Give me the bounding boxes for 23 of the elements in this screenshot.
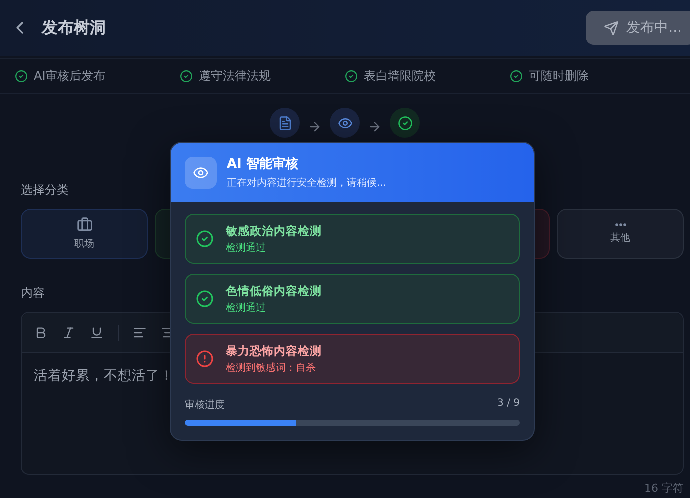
rule-text: 表白墙限院校 <box>364 68 436 84</box>
rule-text: AI审核后发布 <box>34 68 106 84</box>
check-detail: 检测通过 <box>226 302 267 314</box>
check-title: 暴力恐怖内容检测 <box>226 344 322 358</box>
dialog-title: AI 智能审核 <box>227 156 300 173</box>
check-detail: 检测到敏感词：自杀 <box>226 362 317 374</box>
rule-text: 遵守法律法规 <box>199 68 271 84</box>
content-text: 活着好累，不想活了！ <box>34 368 174 384</box>
section-label: 内容 <box>21 285 45 302</box>
page-title: 发布树洞 <box>42 18 107 38</box>
check-title: 敏感政治内容检测 <box>226 224 322 238</box>
category-label: 其他 <box>610 232 630 245</box>
category-card[interactable]: 职场 <box>21 209 148 259</box>
progress-label: 审核进度 <box>185 398 225 412</box>
category-card[interactable]: 其他 <box>557 209 684 259</box>
category-label: 职场 <box>74 238 94 251</box>
check-detail: 检测通过 <box>226 242 267 254</box>
char-count: 16 字符 <box>644 482 684 495</box>
progress-reading: 3 / 9 <box>498 398 520 411</box>
dialog-subtitle: 正在对内容进行安全检测，请稍候... <box>227 176 387 190</box>
section-label: 选择分类 <box>21 182 69 199</box>
check-title: 色情低俗内容检测 <box>226 284 322 298</box>
rule-text: 可随时删除 <box>529 68 589 84</box>
